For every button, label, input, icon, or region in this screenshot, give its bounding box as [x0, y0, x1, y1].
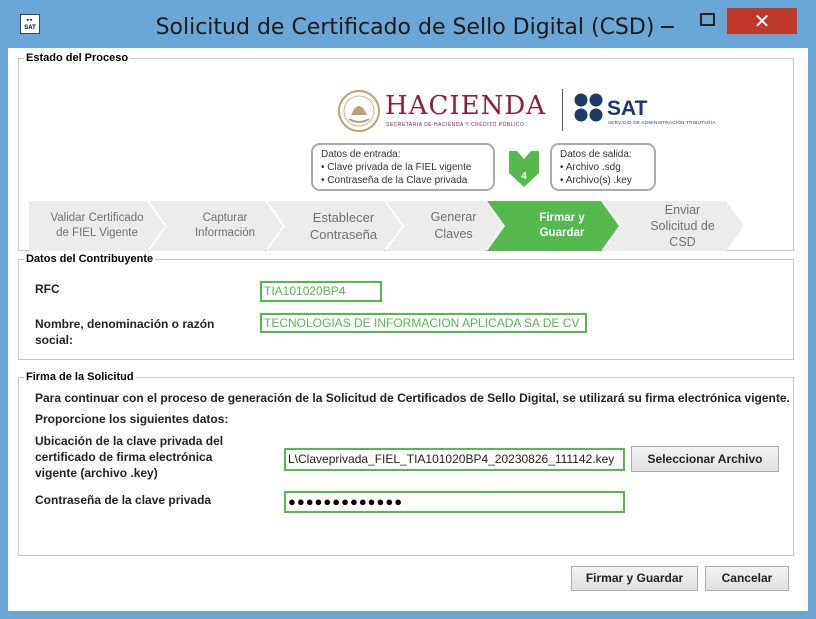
- dialog-body: Estado del Proceso HACIENDA SECRETARÍA D…: [8, 48, 808, 611]
- input-data-item: • Contraseña de la Clave privada: [321, 175, 468, 186]
- output-data-title: Datos de salida:: [560, 149, 632, 160]
- step-establecer-contrasena: Establecer Contraseña: [309, 210, 378, 242]
- signature-intro-text: Para continuar con el proceso de generac…: [35, 391, 790, 405]
- sign-and-save-button[interactable]: Firmar y Guardar: [571, 566, 698, 591]
- sat-wordmark: SAT: [607, 97, 648, 120]
- minimize-button[interactable]: [651, 8, 685, 34]
- sat-subtitle: SERVICIO DE ADMINISTRACIÓN TRIBUTARIA: [608, 120, 716, 125]
- hacienda-wordmark: HACIENDA: [385, 91, 546, 121]
- password-label: Contraseña de la clave privada: [35, 493, 212, 507]
- process-steps: Validar Certificado de FIEL Vigente Captu…: [29, 201, 749, 251]
- key-file-path-input[interactable]: L\Claveprivada_FIEL_TIA101020BP4_2023082…: [284, 448, 625, 471]
- taxpayer-data-legend: Datos del Contribuyente: [24, 252, 156, 266]
- current-step-number: 4: [521, 171, 527, 182]
- national-seal-icon: [338, 90, 380, 132]
- title-bar[interactable]: ▪▪ SAT Solicitud de Certificado de Sello …: [0, 0, 816, 50]
- step-enviar-solicitud: Enviar Solicitud de CSD: [650, 203, 715, 249]
- step-validar-certificado: Validar Certificado de FIEL Vigente: [50, 212, 144, 239]
- nombre-field[interactable]: TECNOLOGIAS DE INFORMACION APLICADA SA D…: [260, 313, 587, 333]
- close-icon: ✕: [753, 9, 771, 33]
- select-file-button[interactable]: Seleccionar Archivo: [631, 446, 779, 472]
- output-data-box: Datos de salida: • Archivo .sdg • Archiv…: [550, 143, 656, 191]
- cancel-button[interactable]: Cancelar: [705, 566, 789, 591]
- hacienda-logo: HACIENDA SECRETARÍA DE HACIENDA Y CRÉDIT…: [337, 87, 549, 137]
- signature-request-legend: Firma de la Solicitud: [24, 370, 136, 384]
- step-firmar-guardar: Firmar y Guardar: [539, 212, 585, 239]
- input-data-item: • Clave privada de la FIEL vigente: [321, 162, 472, 173]
- taxpayer-data-group: Datos del Contribuyente RFC TIA101020BP4…: [18, 252, 794, 360]
- step-capturar-informacion: Capturar Información: [194, 212, 256, 239]
- output-data-item: • Archivo .sdg: [560, 162, 621, 173]
- hacienda-subtitle: SECRETARÍA DE HACIENDA Y CRÉDITO PÚBLICO: [386, 122, 525, 128]
- sat-dots-icon: [574, 93, 603, 122]
- sat-logo: SAT SERVICIO DE ADMINISTRACIÓN TRIBUTARI…: [573, 89, 733, 134]
- input-data-title: Datos de entrada:: [321, 149, 401, 160]
- signature-request-group: Firma de la Solicitud Para continuar con…: [18, 370, 794, 556]
- provide-data-text: Proporcione los siguientes datos:: [35, 412, 229, 426]
- close-button[interactable]: ✕: [727, 8, 797, 34]
- rfc-field[interactable]: TIA101020BP4: [260, 281, 382, 302]
- application-window: ▪▪ SAT Solicitud de Certificado de Sello …: [0, 0, 816, 619]
- process-status-legend: Estado del Proceso: [24, 51, 131, 65]
- nombre-label: Nombre, denominación o razón social:: [35, 317, 215, 347]
- output-data-item: • Archivo(s) .key: [560, 175, 632, 186]
- process-status-group: Estado del Proceso HACIENDA SECRETARÍA D…: [18, 51, 794, 251]
- step-generar-claves: Generar Claves: [430, 210, 477, 241]
- key-location-label: Ubicación de la clave privada del certifi…: [35, 434, 224, 480]
- maximize-button[interactable]: [688, 8, 724, 34]
- input-data-box: Datos de entrada: • Clave privada de la …: [311, 143, 495, 191]
- logo-divider: [562, 89, 563, 131]
- rfc-label: RFC: [35, 282, 60, 296]
- password-input[interactable]: ●●●●●●●●●●●●●: [284, 491, 625, 513]
- current-step-indicator: 4: [509, 151, 539, 187]
